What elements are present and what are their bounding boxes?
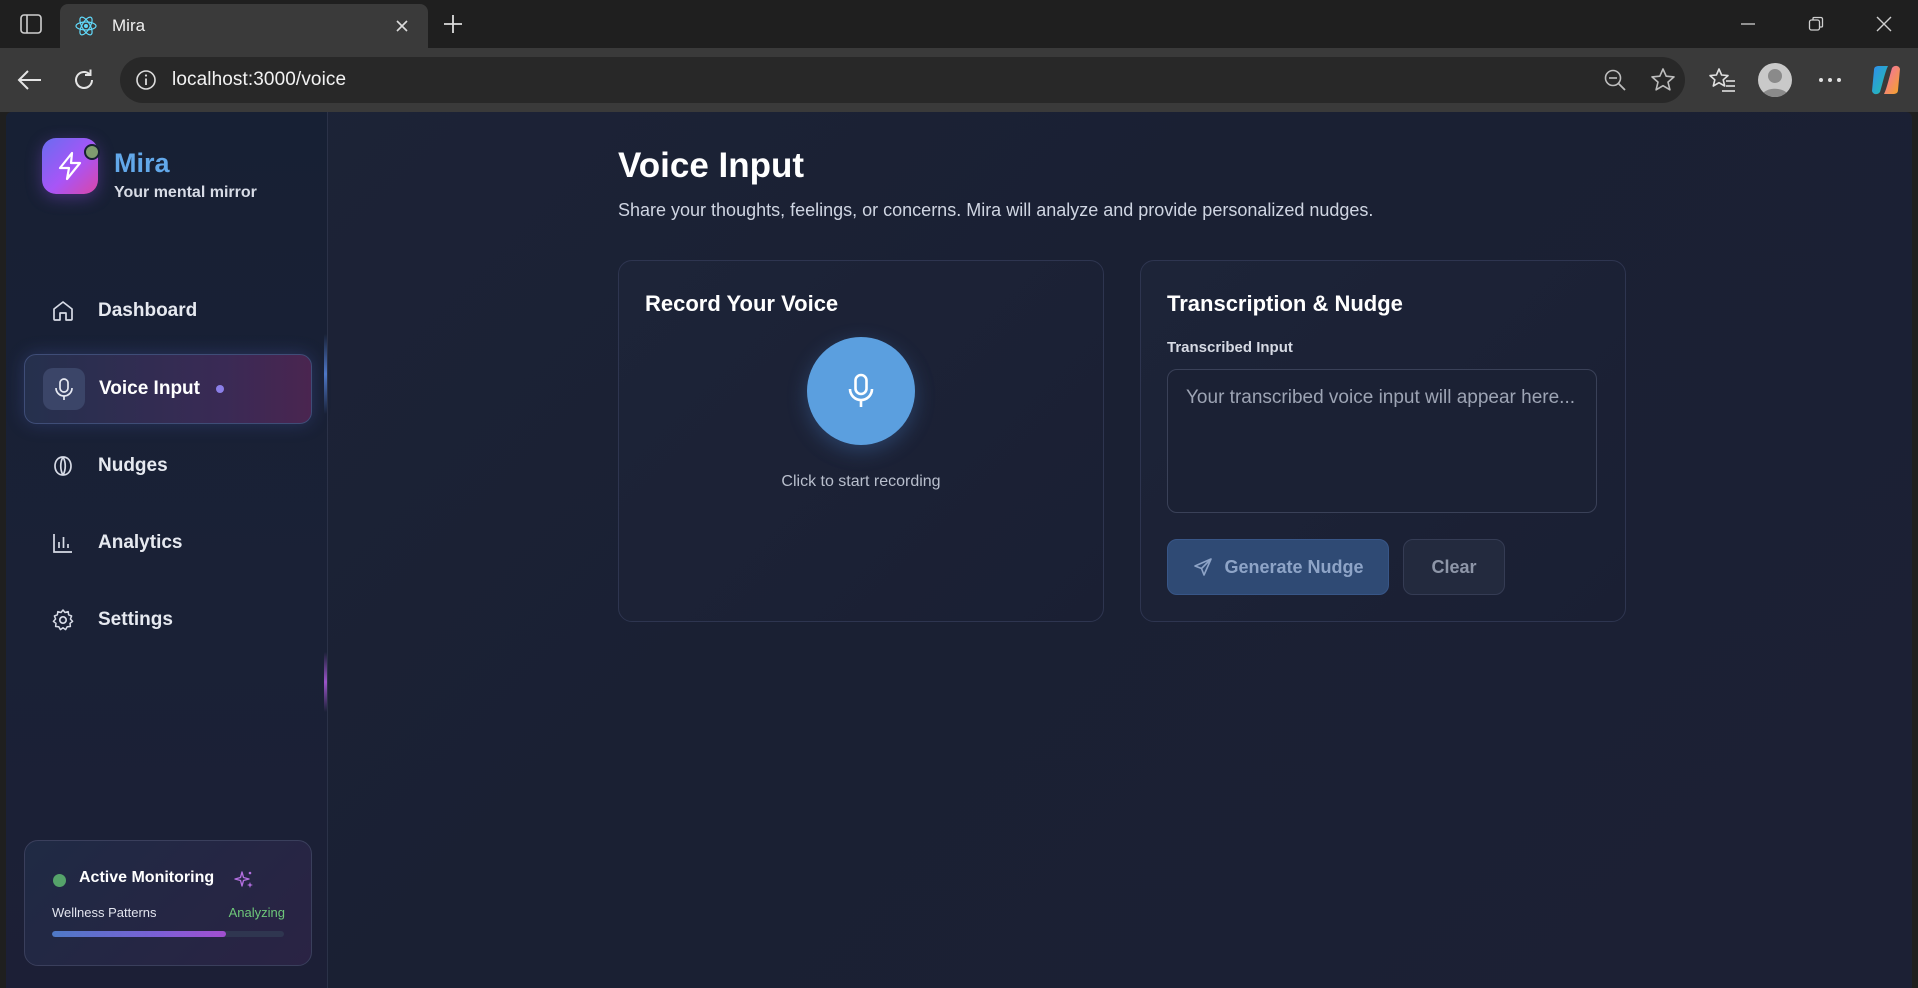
monitoring-status-dot [53, 874, 66, 887]
reload-icon[interactable] [66, 62, 102, 98]
favorites-icon[interactable] [1704, 62, 1740, 98]
monitoring-status: Analyzing [228, 905, 285, 920]
copilot-icon[interactable] [1868, 62, 1904, 98]
sidebar-item-analytics[interactable]: Analytics [24, 508, 312, 578]
more-options-icon[interactable] [1812, 62, 1848, 98]
sidebar-item-label: Dashboard [98, 300, 198, 321]
sidebar-item-label: Settings [98, 609, 173, 630]
send-icon [1192, 556, 1214, 578]
home-icon [50, 298, 76, 324]
brand-name: Mira [114, 148, 170, 178]
generate-nudge-label: Generate Nudge [1224, 556, 1364, 577]
sidebar-item-nudges[interactable]: Nudges [24, 431, 312, 501]
browser-tab[interactable]: Mira [60, 4, 428, 48]
close-window-icon[interactable] [1864, 8, 1904, 40]
microphone-icon [848, 373, 874, 407]
minimize-icon[interactable] [1728, 8, 1768, 40]
record-hint: Click to start recording [781, 473, 941, 490]
tab-title: Mira [112, 16, 146, 35]
sidebar-item-label: Nudges [98, 455, 168, 476]
generate-nudge-button[interactable]: Generate Nudge [1167, 539, 1389, 595]
transcribed-input-field[interactable] [1167, 369, 1597, 513]
wellness-progress-bar [52, 931, 284, 937]
wellness-patterns-label: Wellness Patterns [52, 905, 157, 920]
record-voice-card: Record Your Voice Click to start recordi… [618, 260, 1104, 622]
page-subtitle: Share your thoughts, feelings, or concer… [618, 200, 1374, 220]
restore-icon[interactable] [1796, 8, 1836, 40]
mic-icon [43, 368, 85, 410]
brain-icon [50, 453, 76, 479]
online-status-dot [84, 144, 100, 160]
transcription-card: Transcription & Nudge Transcribed Input … [1140, 260, 1626, 622]
lightning-icon [58, 151, 82, 181]
back-icon[interactable] [12, 62, 48, 98]
tab-actions-icon[interactable] [14, 10, 48, 38]
scroll-accent [324, 334, 327, 414]
address-bar[interactable]: localhost:3000/voice [120, 57, 1685, 103]
page-title: Voice Input [618, 146, 805, 185]
transcribed-input-label: Transcribed Input [1167, 339, 1293, 356]
active-monitoring-card: Active Monitoring Wellness Patterns Anal… [24, 840, 312, 966]
browser-toolbar: localhost:3000/voice [0, 48, 1918, 112]
url-text: localhost:3000/voice [172, 69, 347, 90]
scroll-accent [324, 652, 327, 712]
sidebar-item-label: Analytics [98, 532, 183, 553]
gear-icon [50, 607, 76, 633]
tab-close-icon[interactable] [390, 14, 414, 38]
profile-avatar-icon[interactable] [1758, 63, 1792, 97]
record-button[interactable] [807, 337, 915, 445]
bar-chart-icon [50, 530, 76, 556]
sidebar: Mira Your mental mirror Dashboard Voice … [6, 112, 328, 988]
transcription-card-title: Transcription & Nudge [1167, 291, 1403, 316]
brand-tagline: Your mental mirror [114, 184, 257, 201]
browser-tab-bar: Mira [0, 0, 1918, 48]
react-icon [74, 14, 98, 38]
site-info-icon[interactable] [134, 68, 158, 92]
sparkle-icon [233, 869, 255, 891]
favorite-star-icon[interactable] [1648, 65, 1678, 95]
sidebar-item-settings[interactable]: Settings [24, 585, 312, 655]
monitoring-title: Active Monitoring [79, 869, 215, 886]
zoom-out-icon[interactable] [1600, 65, 1630, 95]
active-indicator-dot [215, 385, 224, 393]
new-tab-icon[interactable] [438, 10, 468, 38]
sidebar-item-dashboard[interactable]: Dashboard [24, 276, 312, 346]
clear-button[interactable]: Clear [1403, 539, 1505, 595]
record-card-title: Record Your Voice [645, 291, 839, 316]
wellness-progress-fill [52, 931, 226, 937]
sidebar-item-voice-input[interactable]: Voice Input [24, 354, 312, 424]
sidebar-item-label: Voice Input [99, 378, 200, 399]
app-page: Mira Your mental mirror Dashboard Voice … [6, 112, 1912, 988]
